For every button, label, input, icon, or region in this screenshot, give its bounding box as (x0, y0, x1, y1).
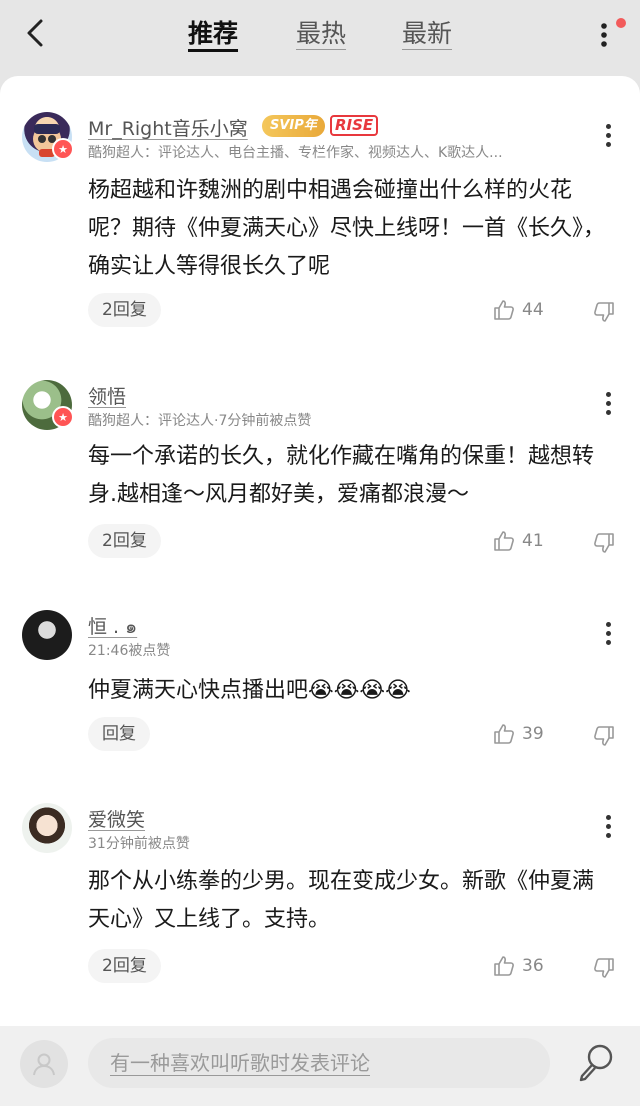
like-count: 39 (522, 724, 544, 744)
comment-input[interactable] (88, 1038, 550, 1088)
comment-meta: 21:46被点赞 (88, 643, 171, 659)
comment-author[interactable]: 领悟 (88, 382, 126, 409)
reply-button[interactable]: 2回复 (88, 949, 161, 983)
comment-more-button[interactable] (602, 815, 614, 841)
dislike-button[interactable] (592, 531, 616, 559)
comment-more-button[interactable] (602, 622, 614, 648)
comment-text: 每一个承诺的长久，就化作藏在嘴角的保重！越想转身.越相逢～风月都好美，爱痛都浪漫… (88, 444, 595, 507)
comment-sheet: ★ Mr_Right音乐小窝 SVIP年 RISE 酷狗超人：评论达人、电台主播… (0, 76, 640, 1026)
pen-bubble-icon (579, 1044, 613, 1082)
reply-button[interactable]: 2回复 (88, 293, 161, 327)
comment-meta: 酷狗超人：评论达人·7分钟前被点赞 (88, 413, 312, 429)
comment-input-bar (0, 1026, 640, 1106)
my-avatar[interactable] (20, 1040, 68, 1088)
like-count: 41 (522, 531, 544, 551)
tab-newest[interactable]: 最新 (402, 14, 452, 50)
more-menu-button[interactable] (598, 20, 618, 50)
avatar[interactable] (22, 803, 72, 853)
user-icon (33, 1053, 55, 1076)
tab-bar: 推荐 最热 最新 (0, 14, 640, 58)
top-bar: 推荐 最热 最新 (0, 0, 640, 80)
thumbs-up-icon (494, 531, 514, 551)
tab-recommend[interactable]: 推荐 (188, 14, 238, 50)
thumbs-up-icon (494, 724, 514, 744)
vip-star-badge: ★ (52, 406, 74, 428)
more-vertical-icon (601, 23, 607, 47)
like-button[interactable]: 44 (492, 298, 544, 322)
like-count: 36 (522, 956, 544, 976)
thumbs-down-icon (594, 958, 614, 978)
comment-text: 杨超越和许魏洲的剧中相遇会碰撞出什么样的火花呢？期待《仲夏满天心》尽快上线呀！一… (88, 178, 606, 279)
dislike-button[interactable] (592, 724, 616, 752)
comment-more-button[interactable] (602, 124, 614, 150)
thumbs-up-icon (494, 300, 514, 320)
comment-text: 仲夏满天心快点播出吧😭😭😭😭 (88, 678, 411, 703)
like-count: 44 (522, 300, 544, 320)
comment-meta: 酷狗超人：评论达人、电台主播、专栏作家、视频达人、K歌达人... (88, 145, 503, 161)
thumbs-down-icon (594, 726, 614, 746)
like-button[interactable]: 39 (492, 722, 544, 746)
like-button[interactable]: 41 (492, 529, 544, 553)
comment-more-button[interactable] (602, 392, 614, 418)
thumbs-down-icon (594, 533, 614, 553)
notification-dot (616, 18, 626, 28)
vip-star-badge: ★ (52, 138, 74, 160)
reply-button[interactable]: 回复 (88, 717, 150, 751)
dislike-button[interactable] (592, 956, 616, 984)
dislike-button[interactable] (592, 300, 616, 328)
thumbs-down-icon (594, 302, 614, 322)
svip-badge: SVIP年 (262, 115, 325, 137)
tab-hottest[interactable]: 最热 (296, 14, 346, 50)
reply-button[interactable]: 2回复 (88, 524, 161, 558)
send-comment-button[interactable] (578, 1042, 614, 1082)
like-button[interactable]: 36 (492, 954, 544, 978)
comment-meta: 31分钟前被点赞 (88, 836, 190, 852)
comment-author[interactable]: 恒 . ๑ (88, 612, 137, 642)
comment-author[interactable]: 爱微笑 (88, 805, 145, 832)
thumbs-up-icon (494, 956, 514, 976)
comment-author[interactable]: Mr_Right音乐小窝 (88, 114, 248, 141)
rise-badge: RISE (330, 115, 379, 136)
avatar[interactable] (22, 610, 72, 660)
comment-text: 那个从小练拳的少男。现在变成少女。新歌《仲夏满天心》又上线了。支持。 (88, 869, 595, 932)
